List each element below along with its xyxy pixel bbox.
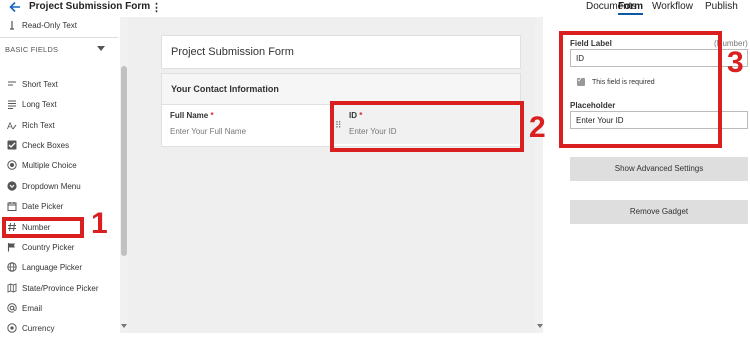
sidebar-item-label: Long Text xyxy=(22,100,57,109)
sidebar-item-email[interactable]: Email xyxy=(0,300,118,318)
tab-publish[interactable]: Publish xyxy=(705,1,738,12)
sidebar-item-short-text[interactable]: Short Text xyxy=(0,76,118,94)
sidebar-item-multiple-choice[interactable]: Multiple Choice xyxy=(0,157,118,175)
sidebar-item-label: Country Picker xyxy=(22,243,75,252)
annotation-box-3 xyxy=(559,31,722,148)
required-mark: * xyxy=(210,111,214,120)
basic-fields-header: BASIC FIELDS xyxy=(5,45,59,54)
sidebar-divider xyxy=(0,37,118,38)
form-name-card[interactable]: Project Submission Form xyxy=(161,35,521,69)
annotation-number-2: 2 xyxy=(529,111,546,144)
field-label: Full Name * xyxy=(170,111,214,120)
top-bar: Project Submission Form ⋮ Documents Form… xyxy=(0,0,750,16)
sidebar-item-label: Read-Only Text xyxy=(22,21,77,30)
flag-icon xyxy=(7,243,15,252)
sidebar-item-label: Check Boxes xyxy=(22,141,70,150)
annotation-number-1: 1 xyxy=(91,207,108,240)
map-icon xyxy=(7,283,17,293)
tab-workflow[interactable]: Workflow xyxy=(652,1,693,12)
rich-text-icon: A xyxy=(7,121,17,130)
sidebar-item-label: Dropdown Menu xyxy=(22,182,81,191)
field-placeholder: Enter Your Full Name xyxy=(170,127,247,136)
collapse-section-icon[interactable] xyxy=(97,46,105,51)
form-name: Project Submission Form xyxy=(171,46,294,58)
dropdown-icon xyxy=(7,181,17,191)
back-arrow-icon[interactable] xyxy=(8,0,22,14)
checkbox-icon xyxy=(7,140,17,150)
sidebar-item-label: Language Picker xyxy=(22,263,83,272)
sidebar-item-label: Currency xyxy=(22,324,55,333)
sidebar-item-label: Multiple Choice xyxy=(22,161,77,170)
annotation-box-1 xyxy=(2,217,84,238)
svg-text:A: A xyxy=(7,121,13,130)
currency-icon xyxy=(7,323,17,333)
scroll-down-icon[interactable] xyxy=(121,324,127,328)
short-text-icon xyxy=(8,81,16,86)
sidebar-item-label: State/Province Picker xyxy=(22,284,99,293)
show-advanced-settings-button[interactable]: Show Advanced Settings xyxy=(570,157,748,181)
section-title: Your Contact Information xyxy=(171,84,279,94)
read-only-text-icon xyxy=(10,21,14,30)
sidebar-item-country-picker[interactable]: Country Picker xyxy=(0,239,118,257)
sidebar-item-check-boxes[interactable]: Check Boxes xyxy=(0,137,118,155)
sidebar-item-language-picker[interactable]: Language Picker xyxy=(0,259,118,277)
sidebar-item-state-province-picker[interactable]: State/Province Picker xyxy=(0,280,118,298)
annotation-number-3: 3 xyxy=(727,46,744,79)
tab-form[interactable]: Form xyxy=(618,1,643,15)
radio-icon xyxy=(7,160,17,170)
field-label-text: Full Name xyxy=(170,111,209,120)
scroll-down-icon[interactable] xyxy=(537,324,543,328)
sidebar-item-label: Date Picker xyxy=(22,202,64,211)
form-title: Project Submission Form xyxy=(29,1,151,12)
sidebar-item-read-only-text[interactable]: Read-Only Text xyxy=(0,17,118,35)
canvas-scrollbar[interactable] xyxy=(535,17,543,333)
sidebar-scroll-thumb[interactable] xyxy=(121,66,127,256)
sidebar-item-label: Short Text xyxy=(22,80,58,89)
sidebar-item-long-text[interactable]: Long Text xyxy=(0,96,118,114)
remove-gadget-button[interactable]: Remove Gadget xyxy=(570,200,748,224)
more-options-icon[interactable]: ⋮ xyxy=(151,1,162,14)
globe-icon xyxy=(7,262,17,272)
sidebar-item-dropdown-menu[interactable]: Dropdown Menu xyxy=(0,178,118,196)
sidebar-item-label: Email xyxy=(22,304,43,313)
calendar-icon xyxy=(7,202,17,211)
at-icon xyxy=(7,303,17,313)
sidebar-item-currency[interactable]: Currency xyxy=(0,320,118,338)
sidebar-item-label: Rich Text xyxy=(22,121,55,130)
long-text-icon xyxy=(8,100,16,109)
sidebar-item-rich-text[interactable]: A Rich Text xyxy=(0,117,118,135)
annotation-box-2 xyxy=(330,101,524,152)
